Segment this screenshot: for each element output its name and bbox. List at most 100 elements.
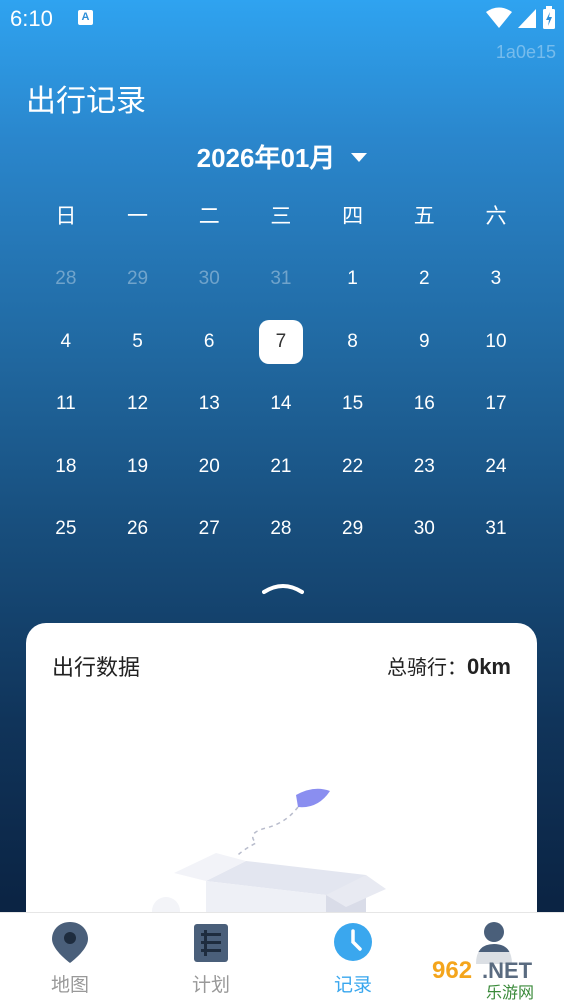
calendar-day-number: 30 <box>413 518 435 540</box>
calendar-day-number: 8 <box>347 330 358 352</box>
calendar-day[interactable]: 21 <box>245 456 317 478</box>
calendar-week-row: 28 29 30 31 1 2 3 <box>30 248 532 311</box>
calendar-day[interactable]: 2 <box>388 268 460 290</box>
calendar-grid: 28 29 30 31 1 2 3 4 5 6 7 8 9 10 11 12 13 14 15 16 17 18 19 20 2… <box>30 248 532 561</box>
calendar-day[interactable]: 23 <box>388 456 460 478</box>
calendar-day[interactable]: 26 <box>102 518 174 540</box>
calendar-day-number: 17 <box>485 393 507 415</box>
calendar-day[interactable]: 9 <box>388 331 460 353</box>
battery-icon <box>543 6 555 29</box>
calendar-week-row: 25 26 27 28 29 30 31 <box>30 498 532 561</box>
calendar-day[interactable]: 11 <box>30 393 102 415</box>
total-ride-label: 总骑行： <box>386 655 467 679</box>
calendar-day[interactable]: 1 <box>317 268 389 290</box>
weekday-label: 四 <box>342 204 364 228</box>
calendar-day[interactable]: 18 <box>30 456 102 478</box>
calendar-week-row: 4 5 6 7 8 9 10 <box>30 311 532 374</box>
calendar-day[interactable]: 30 <box>388 518 460 540</box>
clock-icon <box>334 923 372 961</box>
signal-icon <box>517 9 536 28</box>
calendar-day-number: 15 <box>342 393 364 415</box>
weekday-label: 一 <box>127 204 149 228</box>
calendar-day[interactable]: 8 <box>317 331 389 353</box>
calendar-day-number: 28 <box>55 268 77 290</box>
dropdown-caret-icon <box>351 152 368 162</box>
calendar-day-number: 21 <box>270 455 292 477</box>
calendar-day-number: 30 <box>198 268 220 290</box>
device-id-overlay: 1a0e15 <box>495 42 556 62</box>
svg-text:.NET: .NET <box>482 958 533 983</box>
plan-list-icon <box>194 924 228 962</box>
calendar-day-number: 1 <box>347 268 358 290</box>
calendar-day[interactable]: 25 <box>30 518 102 540</box>
calendar-day-number: 7 <box>258 319 303 364</box>
calendar-day[interactable]: 27 <box>173 518 245 540</box>
calendar-day[interactable]: 29 <box>102 268 174 290</box>
calendar-day[interactable]: 12 <box>102 393 174 415</box>
calendar-day-number: 31 <box>485 518 507 540</box>
site-watermark-logo: 962 .NET 乐游网 <box>426 952 564 1002</box>
calendar-day[interactable]: 10 <box>460 331 532 353</box>
calendar-day-number: 14 <box>270 393 292 415</box>
calendar-day-number: 2 <box>418 268 430 290</box>
weekday-label: 日 <box>55 204 77 228</box>
calendar-day-number: 25 <box>55 518 77 540</box>
calendar-day[interactable]: 24 <box>460 456 532 478</box>
tab-map-label: 地图 <box>50 974 89 996</box>
calendar-day[interactable]: 29 <box>317 518 389 540</box>
status-bar: 6:10 A <box>0 0 564 38</box>
weekday-label: 三 <box>270 204 292 228</box>
calendar-day[interactable]: 16 <box>388 393 460 415</box>
calendar-day[interactable]: 19 <box>102 456 174 478</box>
weekday-label: 六 <box>485 204 507 228</box>
calendar-day[interactable]: 3 <box>460 268 532 290</box>
calendar-week-row: 18 19 20 21 22 23 24 <box>30 436 532 499</box>
calendar-day-number: 12 <box>126 393 149 415</box>
calendar-day[interactable]: 14 <box>245 393 317 415</box>
tab-plan-label: 计划 <box>191 974 230 996</box>
tab-plan[interactable]: 计划 <box>151 913 271 1003</box>
calendar-day[interactable]: 13 <box>173 393 245 415</box>
weekday-label: 五 <box>413 204 435 228</box>
calendar-day-number: 24 <box>485 455 507 477</box>
calendar-day[interactable]: 15 <box>317 393 389 415</box>
calendar-day-number: 16 <box>413 393 435 415</box>
tab-map[interactable]: 地图 <box>10 913 130 1003</box>
calendar-day[interactable]: 4 <box>30 331 102 353</box>
status-time: 6:10 <box>10 6 53 31</box>
notification-icon: A <box>78 10 93 25</box>
calendar-day-number: 6 <box>203 330 215 352</box>
calendar-day[interactable]: 28 <box>30 268 102 290</box>
calendar-day-number: 23 <box>413 455 435 477</box>
calendar-day-number: 5 <box>132 330 143 352</box>
calendar-day[interactable]: 20 <box>173 456 245 478</box>
empty-box-illustration <box>152 788 386 923</box>
calendar-day-number: 31 <box>270 268 292 290</box>
weekday-label: 二 <box>198 204 220 228</box>
calendar-day-number: 19 <box>126 455 149 477</box>
calendar-day-selected[interactable]: 7 <box>245 319 317 364</box>
calendar-day[interactable]: 30 <box>173 268 245 290</box>
calendar-day[interactable]: 31 <box>460 518 532 540</box>
calendar-day-number: 18 <box>55 455 77 477</box>
calendar-day-number: 26 <box>126 518 149 540</box>
calendar-day-number: 11 <box>55 393 76 415</box>
calendar-day-number: 22 <box>342 455 364 477</box>
calendar-day-number: 9 <box>418 330 430 352</box>
calendar-day[interactable]: 17 <box>460 393 532 415</box>
svg-text:乐游网: 乐游网 <box>486 983 534 1002</box>
month-selector[interactable]: 2026年01月 <box>0 138 564 175</box>
collapse-calendar-icon[interactable] <box>262 578 304 598</box>
calendar-day[interactable]: 22 <box>317 456 389 478</box>
tab-records[interactable]: 记录 <box>293 913 413 1003</box>
system-icons <box>485 6 556 30</box>
wifi-icon <box>485 7 512 28</box>
calendar-day-number: 4 <box>60 330 72 352</box>
month-label: 2026年01月 <box>196 143 336 173</box>
calendar-day[interactable]: 31 <box>245 268 317 290</box>
calendar-day[interactable]: 28 <box>245 518 317 540</box>
calendar-day[interactable]: 6 <box>173 331 245 353</box>
calendar-day[interactable]: 5 <box>102 331 174 353</box>
total-ride-value: 0km <box>466 654 511 679</box>
calendar-day-number: 28 <box>270 518 292 540</box>
